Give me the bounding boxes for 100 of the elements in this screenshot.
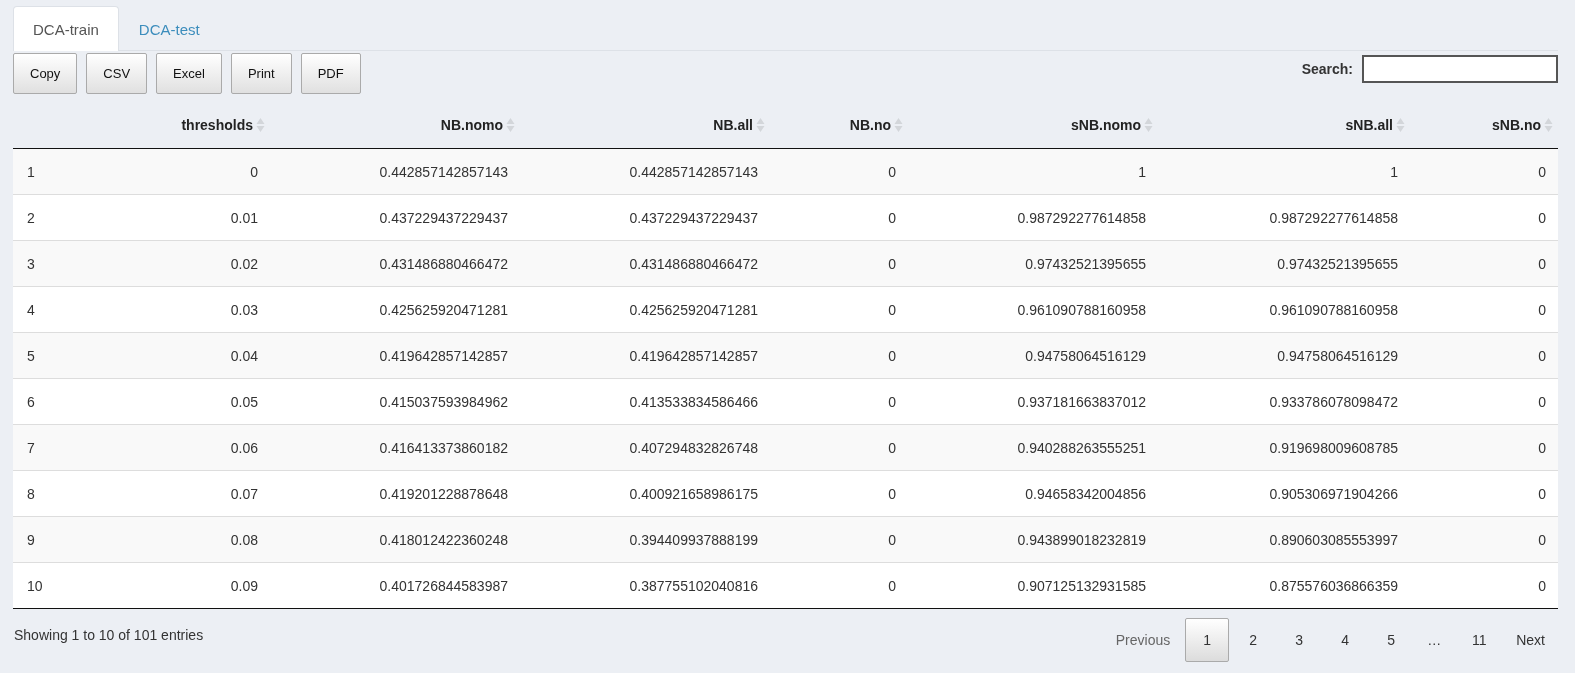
- table-cell: 0.407294832826748: [520, 424, 770, 471]
- table-cell: 5: [13, 332, 130, 379]
- table-cell: 0.905306971904266: [1158, 470, 1410, 517]
- table-cell: 0: [1410, 516, 1558, 563]
- search-field[interactable]: [1362, 54, 1558, 83]
- table-cell: 0.425625920471281: [270, 286, 520, 333]
- table-cell: 0.419642857142857: [270, 332, 520, 379]
- table-cell: 0.961090788160958: [1158, 286, 1410, 333]
- table-cell: 0.07: [130, 470, 270, 517]
- table-cell: 1: [908, 148, 1158, 195]
- table-cell: 0: [1410, 286, 1558, 333]
- table-cell: 0.431486880466472: [520, 240, 770, 287]
- table-cell: 0.442857142857143: [520, 148, 770, 195]
- column-header[interactable]: sNB.no: [1492, 117, 1541, 134]
- table-cell: 0.937181663837012: [908, 378, 1158, 425]
- table-cell: 0.437229437229437: [270, 194, 520, 241]
- table-cell: 0: [770, 240, 908, 287]
- table-cell: 0.02: [130, 240, 270, 287]
- table-cell: 0.419201228878648: [270, 470, 520, 517]
- table-cell: 0.04: [130, 332, 270, 379]
- table-cell: 0.987292277614858: [908, 194, 1158, 241]
- sort-icon[interactable]: [256, 117, 265, 134]
- table-cell: 0.890603085553997: [1158, 516, 1410, 563]
- table-cell: 0.933786078098472: [1158, 378, 1410, 425]
- column-header[interactable]: NB.nomo: [440, 117, 503, 134]
- table-cell: 0.416413373860182: [270, 424, 520, 471]
- table-cell: 0.943899018232819: [908, 516, 1158, 563]
- sort-icon[interactable]: [1396, 117, 1405, 134]
- table-cell: 0.431486880466472: [270, 240, 520, 287]
- table-cell: 0.94758064516129: [908, 332, 1158, 379]
- column-header[interactable]: sNB.all: [1345, 117, 1393, 134]
- sort-icon[interactable]: [506, 117, 515, 134]
- table-cell: 9: [13, 516, 130, 563]
- export-button[interactable]: PDF: [300, 53, 361, 94]
- export-button[interactable]: CSV: [86, 53, 148, 94]
- table-cell: 0.94758064516129: [1158, 332, 1410, 379]
- pagination-ellipsis: …: [1426, 632, 1443, 648]
- table-cell: 0: [770, 424, 908, 471]
- table-cell: 0: [770, 194, 908, 241]
- table-cell: 0: [1410, 148, 1558, 195]
- table-cell: 0: [770, 562, 908, 609]
- table-cell: 1: [13, 148, 130, 195]
- page-button[interactable]: 5: [1369, 618, 1414, 662]
- table-cell: 0: [770, 332, 908, 379]
- table-cell: 0.01: [130, 194, 270, 241]
- entries-info: Showing 1 to 10 of 101 entries: [13, 627, 205, 645]
- table-cell: 0.06: [130, 424, 270, 471]
- table-cell: 4: [13, 286, 130, 333]
- sort-icon[interactable]: [756, 117, 765, 134]
- page-button[interactable]: 1: [1185, 618, 1230, 662]
- table-cell: 0.08: [130, 516, 270, 563]
- table-cell: 0.442857142857143: [270, 148, 520, 195]
- page-button[interactable]: 11: [1457, 618, 1502, 662]
- table-cell: 0.03: [130, 286, 270, 333]
- table-cell: 6: [13, 378, 130, 425]
- table-cell: 0.400921658986175: [520, 470, 770, 517]
- page-button[interactable]: 4: [1323, 618, 1368, 662]
- table-cell: 0: [1410, 194, 1558, 241]
- sort-icon[interactable]: [1144, 117, 1153, 134]
- table-cell: 0.875576036866359: [1158, 562, 1410, 609]
- table-cell: 0.987292277614858: [1158, 194, 1410, 241]
- export-button[interactable]: Excel: [156, 53, 222, 94]
- table-cell: 3: [13, 240, 130, 287]
- table-cell: 0.94658342004856: [908, 470, 1158, 517]
- table-cell: 0: [770, 286, 908, 333]
- next-button[interactable]: Next: [1503, 618, 1558, 662]
- table-cell: 0: [770, 470, 908, 517]
- column-header[interactable]: NB.all: [713, 117, 753, 134]
- table-cell: 0.425625920471281: [520, 286, 770, 333]
- table-cell: 1: [1158, 148, 1410, 195]
- tab[interactable]: DCA-train: [13, 6, 119, 51]
- table-cell: 0.97432521395655: [908, 240, 1158, 287]
- table-cell: 0: [1410, 424, 1558, 471]
- table-cell: 0: [770, 148, 908, 195]
- table-cell: 0.401726844583987: [270, 562, 520, 609]
- table-cell: 0: [770, 378, 908, 425]
- column-header[interactable]: NB.no: [849, 117, 891, 134]
- table-cell: 0: [130, 148, 270, 195]
- page-button[interactable]: 2: [1231, 618, 1276, 662]
- column-header[interactable]: sNB.nomo: [1071, 117, 1141, 134]
- table-cell: 8: [13, 470, 130, 517]
- column-header[interactable]: thresholds: [181, 117, 253, 134]
- table-cell: 7: [13, 424, 130, 471]
- table-cell: 0.05: [130, 378, 270, 425]
- table-cell: 0.413533834586466: [520, 378, 770, 425]
- sort-icon[interactable]: [894, 117, 903, 134]
- table-cell: 0.387755102040816: [520, 562, 770, 609]
- search-label: Search:: [1301, 60, 1353, 77]
- export-button[interactable]: Copy: [13, 53, 78, 94]
- table-cell: 0: [1410, 562, 1558, 609]
- table-cell: 0: [1410, 240, 1558, 287]
- page-button[interactable]: 3: [1277, 618, 1322, 662]
- table-cell: 0.97432521395655: [1158, 240, 1410, 287]
- export-button[interactable]: Print: [230, 53, 292, 94]
- table-cell: 0.415037593984962: [270, 378, 520, 425]
- table-cell: 0.418012422360248: [270, 516, 520, 563]
- sort-icon[interactable]: [1544, 117, 1553, 134]
- table-cell: 2: [13, 194, 130, 241]
- table-cell: 0.940288263555251: [908, 424, 1158, 471]
- table-cell: 0.394409937888199: [520, 516, 770, 563]
